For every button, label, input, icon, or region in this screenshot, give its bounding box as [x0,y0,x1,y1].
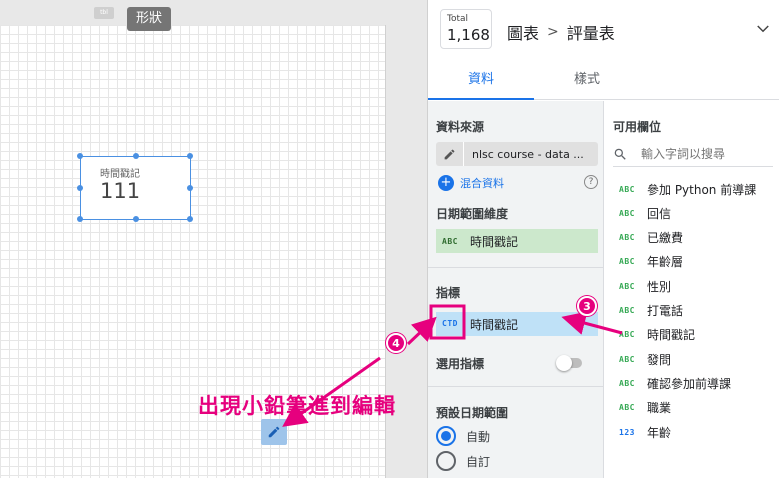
resize-handle[interactable] [133,153,139,159]
annotation-caption: 出現小鉛筆進到編輯 [198,394,396,418]
properties-panel: Total 1,168 圖表 > 評量表 資料 樣式 資料來源 nlsc cou… [427,0,779,478]
text-type-icon: ABC [619,378,635,388]
panel-header: Total 1,168 圖表 > 評量表 [428,0,779,60]
text-type-icon: ABC [619,208,635,218]
breadcrumb: 圖表 > 評量表 [507,20,615,44]
chevron-down-icon[interactable] [754,20,772,42]
edit-pencil-button[interactable] [261,419,287,445]
available-field-label: 回信 [647,206,672,221]
metric-type-icon[interactable]: CTD [436,312,464,336]
available-field-item[interactable]: ABC 時間戳記 [613,325,773,345]
toggle-knob [556,355,572,371]
resize-handle[interactable] [187,153,193,159]
available-field-item[interactable]: ABC 確認參加前導課 [613,373,773,393]
blend-data-label[interactable]: 混合資料 [460,175,504,191]
search-input[interactable] [641,146,761,161]
chevron-right-icon: > [547,24,559,40]
available-field-label: 職業 [647,401,672,416]
radio-custom-label: 自訂 [466,454,491,469]
available-field-item[interactable]: ABC 已繳費 [613,228,773,248]
radio-button-selected[interactable] [436,426,456,446]
text-type-icon: ABC [619,330,635,340]
resize-handle[interactable] [187,185,193,191]
daterange-dimension-chip[interactable]: ABC 時間戳記 [436,229,598,253]
available-fields-title: 可用欄位 [613,120,662,134]
datasource-chip[interactable]: nlsc course - data ... [436,142,598,166]
optional-metric-toggle[interactable] [556,355,584,371]
search-icon [614,148,626,160]
scorecard-label: 時間戳記 [100,169,140,180]
scorecard-chart[interactable]: 時間戳記 111 [77,153,193,222]
pencil-icon[interactable] [436,142,464,166]
available-field-label: 確認參加前導課 [647,376,732,391]
radio-button[interactable] [436,451,456,471]
radio-auto[interactable]: 自動 [436,426,490,446]
text-type-icon: ABC [619,354,635,364]
available-field-item[interactable]: ABC 打電話 [613,301,773,321]
available-field-item[interactable]: ABC 職業 [613,398,773,418]
number-type-icon: 123 [619,427,635,437]
mini-toolbar-chip[interactable]: tbl [94,7,114,19]
field-search[interactable] [613,141,773,167]
tab-style[interactable]: 樣式 [534,60,640,100]
available-field-label: 年齡層 [647,255,684,270]
available-field-label: 發問 [647,352,672,367]
resize-handle[interactable] [77,185,83,191]
breadcrumb-scorecard: 評量表 [566,24,615,43]
step-badge: 4 [386,333,406,353]
report-canvas-area: tbl 形狀 時間戳記 111 出現小鉛筆進到編輯 [0,0,425,478]
shape-tooltip: 形狀 [127,7,172,31]
available-field-item[interactable]: ABC 參加 Python 前導課 [613,179,773,199]
available-field-item[interactable]: ABC 發問 [613,349,773,369]
text-type-icon: ABC [619,306,635,315]
available-field-label: 打電話 [647,304,684,318]
resize-handle[interactable] [77,216,83,222]
text-type-icon: ABC [619,233,635,243]
total-value: 1,168 [447,26,490,44]
total-label: Total [447,14,469,24]
pencil-icon [268,426,280,438]
available-fields-column: 可用欄位 ABC參加 Python 前導課ABC回信ABC已繳費ABC年齡層AB… [605,101,779,478]
daterange-title: 日期範圍維度 [436,207,509,221]
resize-handle[interactable] [187,216,193,222]
scorecard-value: 111 [100,179,141,203]
panel-tabs: 資料 樣式 [428,60,779,100]
available-field-label: 性別 [647,279,672,294]
available-field-item[interactable]: ABC 性別 [613,276,773,296]
available-field-label: 年齡 [647,425,672,440]
available-field-item[interactable]: ABC 年齡層 [613,252,773,272]
metric-field-label: 時間戳記 [470,317,519,332]
radio-auto-label: 自動 [466,429,491,444]
available-field-label: 已繳費 [647,231,684,246]
text-type-icon: ABC [619,281,635,291]
radio-custom[interactable]: 自訂 [436,451,490,471]
divider [428,386,604,387]
breadcrumb-chart[interactable]: 圖表 [507,20,539,44]
resize-handle[interactable] [77,153,83,159]
text-type-icon: ABC [442,236,458,246]
available-field-item[interactable]: ABC 回信 [613,203,773,223]
resize-handle[interactable] [133,216,139,222]
datasource-title: 資料來源 [436,120,485,134]
available-field-label: 時間戳記 [647,328,696,343]
available-field-item[interactable]: 123 年齡 [613,422,773,442]
text-type-icon: ABC [619,257,635,267]
plus-circle-icon: + [438,175,454,191]
default-range-title: 預設日期範圍 [436,406,509,420]
available-field-label: 參加 Python 前導課 [647,182,757,197]
step-badge: 3 [577,296,597,316]
datasource-name: nlsc course - data ... [472,147,584,161]
tab-data[interactable]: 資料 [428,60,534,100]
help-icon[interactable]: ? [584,175,598,189]
text-type-icon: ABC [619,403,635,413]
metric-chip[interactable]: CTD 時間戳記 [436,312,598,336]
divider [428,267,604,268]
data-config-column: 資料來源 nlsc course - data ... + 混合資料 ? 日期範… [428,101,604,478]
optional-metric-label: 選用指標 [436,357,485,371]
text-type-icon: ABC [619,184,635,194]
chart-type-thumbnail[interactable]: Total 1,168 [440,9,492,49]
metric-title: 指標 [436,286,461,300]
blend-data-link[interactable]: + 混合資料 ? [438,174,598,192]
daterange-field-label: 時間戳記 [470,234,519,249]
